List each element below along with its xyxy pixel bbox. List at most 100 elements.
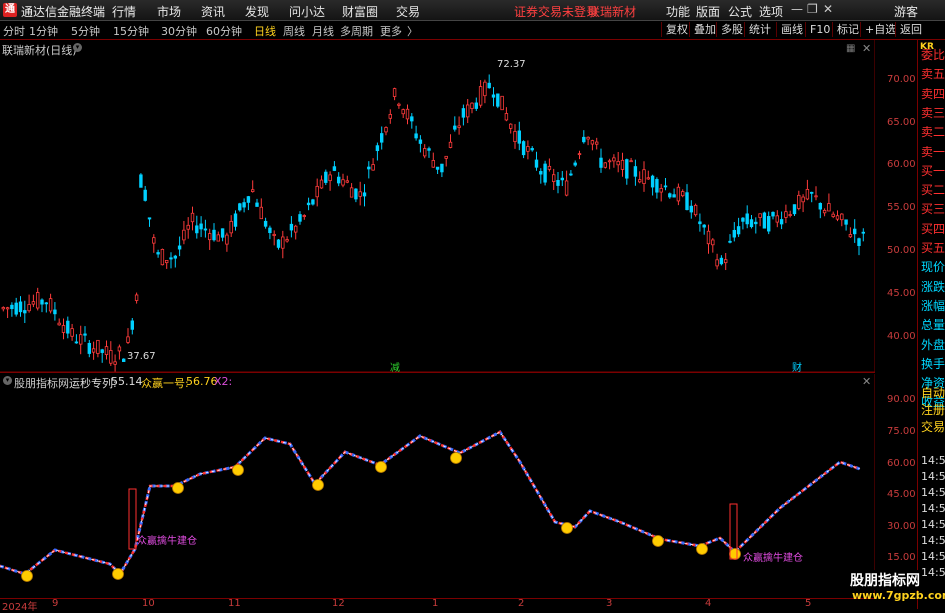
month-label: 9 — [52, 598, 59, 609]
quote-label[interactable]: 卖二 — [921, 125, 945, 139]
candle-body — [195, 225, 199, 234]
menu-faxian[interactable]: 发现 — [245, 3, 269, 20]
period-multi[interactable]: 多周期 — [340, 23, 373, 39]
close-pane-icon[interactable]: ✕ — [862, 42, 871, 55]
biaoji-button[interactable]: 标记 — [832, 22, 863, 37]
menu-gongshi[interactable]: 公式 — [728, 3, 752, 20]
candle-body — [560, 177, 564, 181]
quote-label[interactable]: 涨幅 — [921, 299, 945, 313]
candle-body — [620, 159, 625, 170]
candle-body — [612, 157, 616, 162]
quote-label[interactable]: 换手 — [921, 357, 945, 371]
period-15min[interactable]: 15分钟 — [113, 23, 149, 39]
quote-menu-item[interactable]: 自动 — [921, 386, 945, 400]
candle-body — [728, 240, 732, 243]
series1-name: 运秒专列: — [69, 377, 117, 390]
candle-body — [199, 223, 203, 230]
price-axis-tick: 65.00 — [887, 117, 916, 128]
candle-body — [801, 196, 805, 203]
quote-label[interactable]: 买三 — [921, 202, 945, 216]
candle-body — [276, 239, 281, 248]
candle-body — [448, 141, 453, 148]
user-guest[interactable]: 游客 — [894, 3, 918, 20]
candle-body — [319, 179, 324, 189]
period-more[interactable]: 更多 — [380, 23, 402, 39]
menu-hangqing[interactable]: 行情 — [112, 3, 136, 20]
quote-label[interactable]: 总量 — [921, 318, 945, 332]
back-button[interactable]: 返回 — [895, 22, 926, 37]
menu-banmian[interactable]: 版面 — [696, 3, 720, 20]
candle-body — [414, 133, 418, 139]
period-fenshi[interactable]: 分时 — [3, 23, 25, 39]
quote-label[interactable]: 现价 — [921, 260, 945, 274]
chevron-right-icon[interactable]: 〉 — [407, 23, 418, 39]
menu-gongneng[interactable]: 功能 — [666, 3, 690, 20]
duogu-button[interactable]: 多股 — [716, 22, 747, 37]
period-1min[interactable]: 1分钟 — [29, 23, 58, 39]
quote-label[interactable]: 外盘 — [921, 338, 945, 352]
close-icon[interactable]: ✕ — [823, 2, 833, 16]
period-5min[interactable]: 5分钟 — [71, 23, 100, 39]
candle-body — [792, 204, 797, 215]
quote-label[interactable]: 卖三 — [921, 106, 945, 120]
trade-time: 14:55 — [921, 454, 945, 467]
close-pane-icon[interactable]: ✕ — [862, 375, 871, 388]
minimize-icon[interactable]: — — [791, 2, 803, 16]
chevron-down-icon[interactable]: ▾ — [3, 376, 12, 385]
series2-name: 众赢一号: — [141, 377, 189, 390]
login-warning[interactable]: 证券交易未登录 — [514, 3, 598, 20]
candlestick-svg[interactable] — [0, 40, 882, 374]
quote-menu-item[interactable]: 注册 — [921, 403, 945, 417]
candle-body — [156, 252, 160, 255]
app-title: 通达信金融终端 — [21, 5, 106, 19]
quote-label[interactable]: 买一 — [921, 164, 945, 178]
quote-label[interactable]: 买四 — [921, 222, 945, 236]
price-axis-tick: 60.00 — [887, 159, 916, 170]
candle-body — [418, 139, 423, 144]
candle-body — [336, 176, 341, 184]
candle-body — [569, 173, 573, 176]
quote-label[interactable]: 委比 — [921, 48, 945, 62]
menu-xuanxiang[interactable]: 选项 — [759, 3, 783, 20]
quote-label[interactable]: 卖四 — [921, 87, 945, 101]
signal-box — [128, 488, 137, 550]
menu-wenxiaoda[interactable]: 问小达 — [289, 3, 325, 20]
candle-body — [655, 179, 659, 193]
period-30min[interactable]: 30分钟 — [161, 23, 197, 39]
menu-jiaoyi[interactable]: 交易 — [396, 3, 420, 20]
grid-toggle-icon[interactable]: ▦ — [846, 43, 855, 54]
fuquan-button[interactable]: 复权 — [661, 22, 692, 37]
candle-body — [470, 102, 474, 109]
period-60min[interactable]: 60分钟 — [206, 23, 242, 39]
quote-label[interactable]: 涨跌 — [921, 280, 945, 294]
f10-button[interactable]: F10 — [805, 22, 834, 37]
candle-body — [646, 177, 650, 180]
candle-body — [5, 307, 10, 310]
period-monthly[interactable]: 月线 — [312, 23, 334, 39]
indicator-chart[interactable]: ▾ 股朋指标网 运秒专列: 55.14 众赢一号: 56.76 X2: ✕ 众赢… — [0, 374, 916, 599]
candle-body — [44, 302, 48, 305]
month-label: 12 — [332, 598, 345, 609]
tongji-button[interactable]: 统计 — [744, 22, 775, 37]
quote-menu-item[interactable]: 交易 — [921, 420, 945, 434]
quote-label[interactable]: 卖一 — [921, 145, 945, 159]
candle-body — [767, 216, 771, 232]
candle-body — [169, 257, 173, 260]
chevron-down-icon[interactable]: ▾ — [73, 43, 82, 52]
main-candlestick-chart[interactable]: 联瑞新材(日线) ▾ ▦ ✕ 72.37 37.67 减 财 70.00 65.… — [0, 40, 916, 374]
period-weekly[interactable]: 周线 — [283, 23, 305, 39]
restore-icon[interactable]: ❐ — [807, 2, 818, 16]
menu-caifuquan[interactable]: 财富圈 — [342, 3, 378, 20]
menu-shichang[interactable]: 市场 — [157, 3, 181, 20]
quote-label[interactable]: 卖五 — [921, 67, 945, 81]
indicator-axis-tick: 45.00 — [887, 489, 916, 500]
huaxian-button[interactable]: 画线 — [776, 22, 807, 37]
period-daily[interactable]: 日线 — [254, 23, 276, 39]
price-axis-tick: 55.00 — [887, 202, 916, 213]
trade-time: 14:55 — [921, 470, 945, 483]
quote-label[interactable]: 买五 — [921, 241, 945, 255]
quote-label[interactable]: 买二 — [921, 183, 945, 197]
menu-zixun[interactable]: 资讯 — [201, 3, 225, 20]
candle-body — [736, 226, 741, 235]
indicator-svg[interactable] — [0, 374, 876, 599]
